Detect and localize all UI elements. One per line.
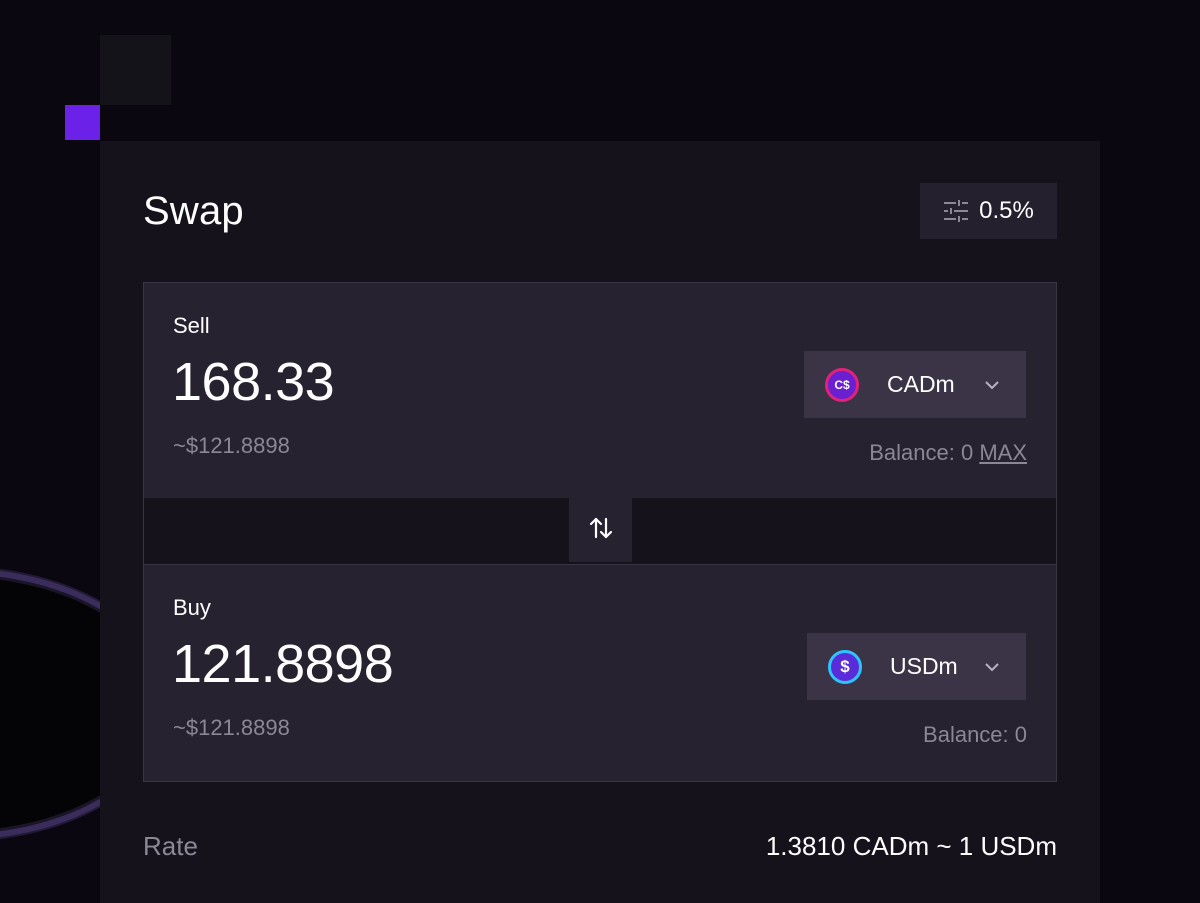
buy-panel: Buy 121.8898 ~$121.8898 $ USDm Balance: … — [143, 564, 1057, 782]
buy-token-symbol: USDm — [890, 653, 958, 679]
sell-token-select[interactable]: C$ CADm — [804, 351, 1026, 418]
flip-divider — [143, 498, 1057, 564]
buy-label: Buy — [173, 595, 211, 620]
swap-card: Swap 0.5% Sell 168.33 ~$121.8898 C$ CADm… — [100, 141, 1100, 903]
sell-token-symbol: CADm — [887, 371, 955, 397]
sell-panel: Sell 168.33 ~$121.8898 C$ CADm Balance: … — [143, 282, 1057, 500]
swap-direction-icon — [588, 516, 614, 545]
sell-balance: Balance: 0 MAX — [869, 440, 1027, 466]
decorative-square-purple — [65, 105, 100, 140]
sell-label: Sell — [173, 313, 210, 338]
usd-token-icon: $ — [828, 649, 862, 684]
cad-token-icon: C$ — [825, 367, 859, 402]
sell-amount-input[interactable]: 168.33 — [172, 351, 335, 413]
flip-tokens-button[interactable] — [569, 498, 632, 562]
chevron-down-icon — [984, 380, 1000, 390]
slippage-value: 0.5% — [979, 197, 1034, 224]
chevron-down-icon — [984, 662, 1000, 672]
sell-usd-value: ~$121.8898 — [173, 433, 290, 458]
buy-usd-value: ~$121.8898 — [173, 715, 290, 740]
buy-amount-input[interactable]: 121.8898 — [172, 633, 394, 695]
page-title: Swap — [143, 189, 244, 233]
sell-balance-text: Balance: 0 — [869, 440, 974, 465]
sliders-icon — [943, 199, 969, 223]
rate-value: 1.3810 CADm ~ 1 USDm — [765, 831, 1057, 861]
decorative-square-dark — [100, 35, 171, 105]
buy-token-select[interactable]: $ USDm — [807, 633, 1026, 700]
buy-balance: Balance: 0 — [923, 722, 1027, 747]
slippage-settings-button[interactable]: 0.5% — [920, 183, 1057, 239]
max-button[interactable]: MAX — [979, 440, 1027, 465]
rate-label: Rate — [143, 831, 198, 861]
page: Swap 0.5% Sell 168.33 ~$121.8898 C$ CADm… — [0, 0, 1200, 903]
